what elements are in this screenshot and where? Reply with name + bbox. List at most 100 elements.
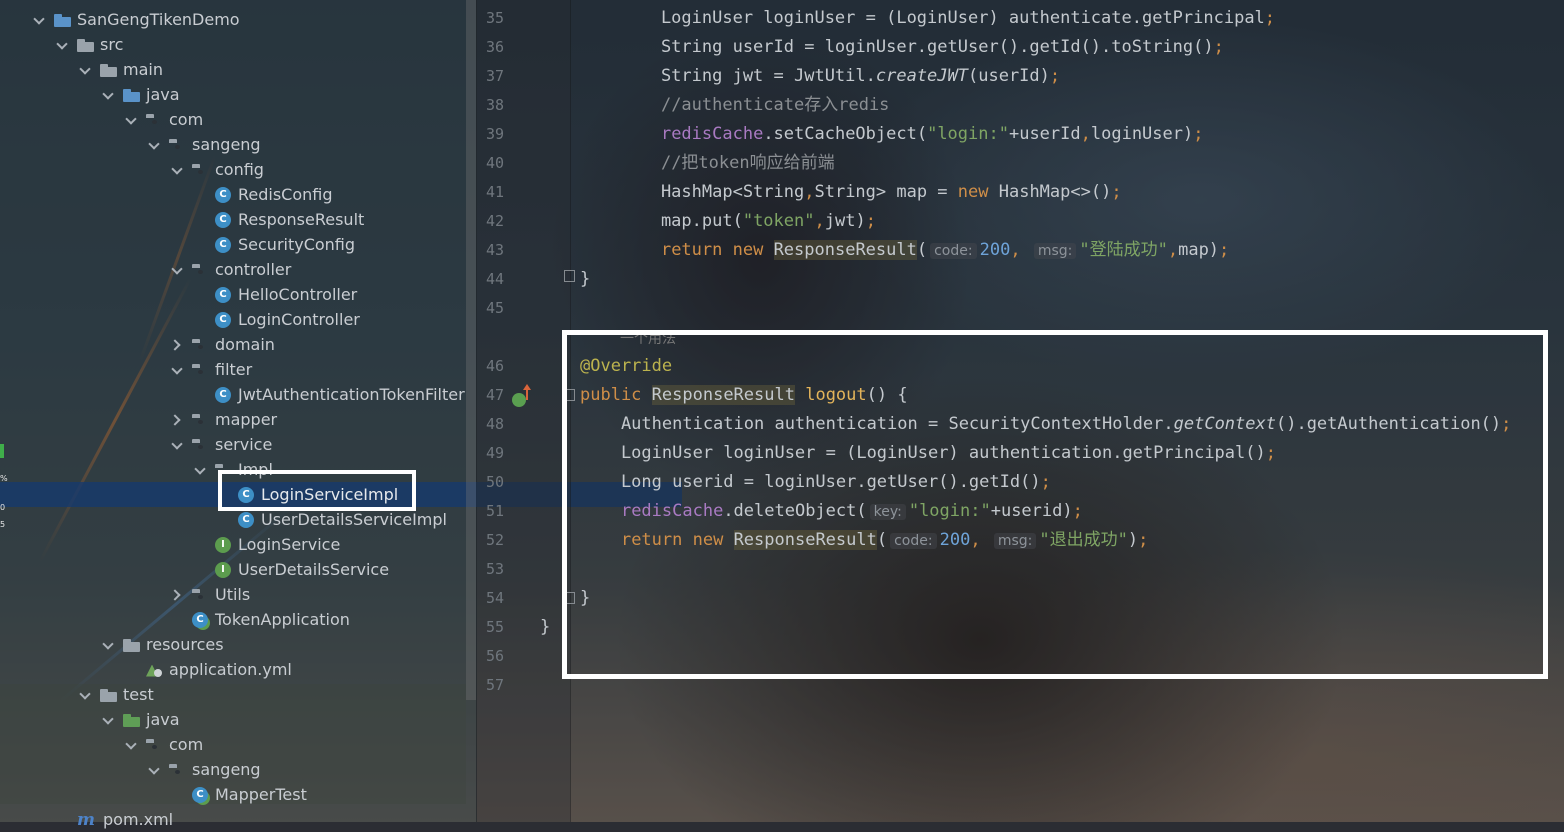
- chevron-down-icon[interactable]: [147, 763, 161, 777]
- package-icon: [192, 413, 210, 427]
- tree-item-label: SecurityConfig: [238, 235, 356, 254]
- tree-item-label: test: [123, 685, 154, 704]
- chevron-down-icon[interactable]: [55, 38, 69, 52]
- project-tree-panel: SanGengTikenDemo src main java com sangeng con…: [0, 0, 682, 830]
- resources-folder-icon: [123, 638, 141, 652]
- line-number: 43: [485, 241, 504, 259]
- tree-item-label: HelloController: [238, 285, 358, 304]
- code-text: map.put("token",jwt);: [620, 211, 876, 231]
- chevron-down-icon[interactable]: [101, 88, 115, 102]
- code-line[interactable]: 39 redisCache.setCacheObject("login:"+us…: [476, 120, 1564, 149]
- tree-item-label: resources: [146, 635, 224, 654]
- package-icon: [192, 263, 210, 277]
- line-number: 54: [485, 589, 504, 607]
- chevron-down-icon[interactable]: [170, 163, 184, 177]
- code-line[interactable]: 41 HashMap<String,String> map = new Hash…: [476, 178, 1564, 207]
- chevron-down-icon[interactable]: [170, 363, 184, 377]
- class-icon: C: [215, 186, 231, 203]
- tree-item-label: config: [215, 160, 264, 179]
- chevron-right-icon[interactable]: [170, 588, 184, 602]
- line-number: 44: [485, 270, 504, 288]
- tree-item-label: java: [146, 85, 180, 104]
- tree-item-label: sangeng: [192, 135, 261, 154]
- line-number: 37: [485, 67, 504, 85]
- line-number: 47: [485, 386, 504, 404]
- chevron-right-icon[interactable]: [170, 338, 184, 352]
- test-folder-icon: [123, 713, 141, 727]
- chevron-right-icon[interactable]: [170, 413, 184, 427]
- module-folder-icon: [54, 13, 72, 27]
- fold-marker-icon[interactable]: [564, 270, 575, 282]
- code-line[interactable]: 43 return new ResponseResult(code: 200, m…: [476, 236, 1564, 265]
- chevron-down-icon[interactable]: [170, 263, 184, 277]
- code-line[interactable]: 36 String userId = loginUser.getUser().g…: [476, 33, 1564, 62]
- code-line[interactable]: 44}: [476, 265, 1564, 294]
- tree-item-label: application.yml: [169, 660, 292, 679]
- code-line[interactable]: 42 map.put("token",jwt);: [476, 207, 1564, 236]
- tree-item-label: TokenApplication: [215, 610, 350, 629]
- folder-icon: [100, 63, 118, 77]
- gauge-text: %: [0, 474, 8, 483]
- line-number: 49: [485, 444, 504, 462]
- chevron-down-icon[interactable]: [32, 13, 46, 27]
- line-number: 55: [485, 618, 504, 636]
- implements-up-arrow-icon[interactable]: [523, 384, 531, 400]
- yml-file-icon: [146, 663, 162, 677]
- memory-gauge: % 0 5: [0, 444, 8, 564]
- chevron-down-icon[interactable]: [78, 63, 92, 77]
- line-number: 45: [485, 299, 504, 317]
- source-folder-icon: [123, 88, 141, 102]
- code-line[interactable]: 45: [476, 294, 1564, 323]
- class-icon: C: [215, 286, 231, 303]
- tree-item-label: SanGengTikenDemo: [77, 10, 240, 29]
- tree-scrollbar[interactable]: [466, 0, 476, 700]
- code-line[interactable]: 38 //authenticate存入redis: [476, 91, 1564, 120]
- code-line[interactable]: 35 LoginUser loginUser = (LoginUser) aut…: [476, 4, 1564, 33]
- highlight-box-tree-selection: [218, 470, 416, 511]
- spring-app-icon: C: [192, 611, 208, 628]
- tree-item-sangengtikendemo[interactable]: SanGengTikenDemo: [0, 7, 498, 32]
- interface-icon: I: [215, 561, 231, 578]
- tree-item-test[interactable]: test: [0, 682, 544, 707]
- tree-item-label: UserDetailsServiceImpl: [261, 510, 447, 529]
- chevron-down-icon[interactable]: [124, 113, 138, 127]
- tree-item-pom-xml[interactable]: m pom.xml: [0, 807, 521, 832]
- line-number: 50: [485, 473, 504, 491]
- code-text: }: [540, 617, 551, 637]
- tree-item-src[interactable]: src: [0, 32, 521, 57]
- tree-item-label: src: [100, 35, 124, 54]
- gauge-bar: [0, 444, 4, 458]
- code-line[interactable]: 37 String jwt = JwtUtil.createJWT(userId…: [476, 62, 1564, 91]
- tree-item-label: pom.xml: [103, 810, 174, 829]
- class-icon: C: [215, 211, 231, 228]
- chevron-down-icon[interactable]: [170, 438, 184, 452]
- line-number: 40: [485, 154, 504, 172]
- chevron-down-icon[interactable]: [147, 138, 161, 152]
- override-marker-icon[interactable]: [512, 393, 526, 407]
- code-text: //authenticate存入redis: [660, 95, 890, 115]
- package-icon: [192, 338, 210, 352]
- line-number: 46: [485, 357, 504, 375]
- chevron-down-icon[interactable]: [193, 463, 207, 477]
- chevron-down-icon[interactable]: [101, 638, 115, 652]
- line-number: 41: [485, 183, 504, 201]
- line-number: 57: [485, 676, 504, 694]
- tree-item-label: com: [169, 110, 204, 129]
- tree-item-main[interactable]: main: [0, 57, 544, 82]
- line-number: 36: [485, 38, 504, 56]
- package-icon: [146, 113, 164, 127]
- chevron-down-icon[interactable]: [78, 688, 92, 702]
- line-number: 42: [485, 212, 504, 230]
- chevron-down-icon[interactable]: [101, 713, 115, 727]
- chevron-down-icon[interactable]: [124, 738, 138, 752]
- code-line[interactable]: 40 //把token响应给前端: [476, 149, 1564, 178]
- tree-item-label: service: [215, 435, 273, 454]
